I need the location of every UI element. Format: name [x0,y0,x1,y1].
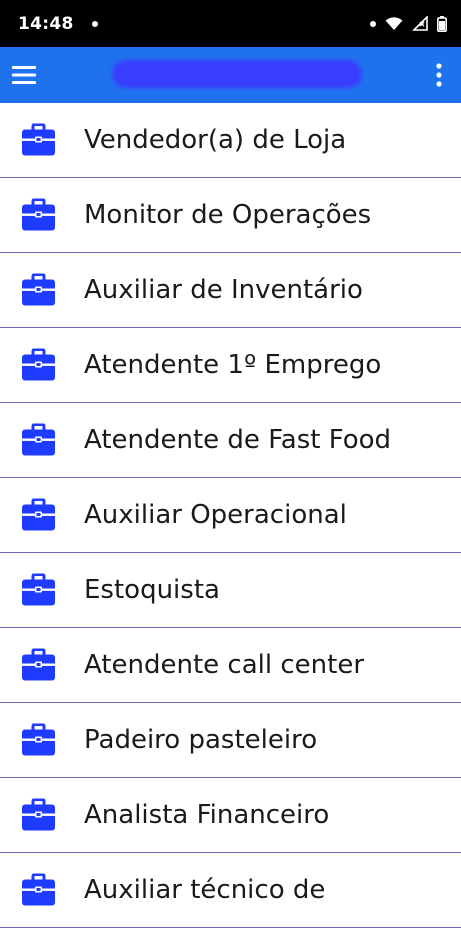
status-bar: 14:48 [0,0,461,47]
job-title: Auxiliar técnico de [84,875,326,905]
app-bar [0,47,461,103]
job-list-item[interactable]: Analista Financeiro [0,778,461,853]
job-title: Vendedor(a) de Loja [84,125,347,155]
briefcase-icon [22,723,55,756]
briefcase-icon [22,423,55,456]
job-title: Padeiro pasteleiro [84,725,318,755]
job-list-item[interactable]: Padeiro pasteleiro [0,703,461,778]
job-list-item[interactable]: Vendedor(a) de Loja [0,103,461,178]
wifi-icon [385,17,403,30]
job-list-item[interactable]: Estoquista [0,553,461,628]
job-list-item[interactable]: Monitor de Operações [0,178,461,253]
hamburger-menu-icon[interactable] [10,61,38,89]
briefcase-icon [22,873,55,906]
job-list-item[interactable]: Atendente de Fast Food [0,403,461,478]
briefcase-icon [22,648,55,681]
job-list-item[interactable]: Auxiliar Operacional [0,478,461,553]
job-title: Auxiliar Operacional [84,500,347,530]
job-title: Monitor de Operações [84,200,372,230]
job-title: Auxiliar de Inventário [84,275,363,305]
job-title: Atendente de Fast Food [84,425,392,455]
notification-dot-icon [91,20,98,27]
briefcase-icon [22,123,55,156]
briefcase-icon [22,198,55,231]
notification-dot-icon [370,20,376,27]
briefcase-icon [22,573,55,606]
job-list-item[interactable]: Atendente call center [0,628,461,703]
status-time: 14:48 [18,13,74,34]
briefcase-icon [22,273,55,306]
job-title: Analista Financeiro [84,800,330,830]
job-list-item[interactable]: Auxiliar técnico de [0,853,461,928]
briefcase-icon [22,798,55,831]
status-icons [370,15,447,32]
job-title: Estoquista [84,575,220,605]
briefcase-icon [22,498,55,531]
job-list-item[interactable]: Atendente 1º Emprego [0,328,461,403]
job-title: Atendente 1º Emprego [84,350,382,380]
job-title: Atendente call center [84,650,365,680]
job-list-item[interactable]: Auxiliar de Inventário [0,253,461,328]
job-list: Vendedor(a) de Loja Monitor de Operações… [0,103,461,928]
cellular-signal-icon [412,16,428,31]
briefcase-icon [22,348,55,381]
more-vert-icon[interactable] [431,59,447,91]
battery-icon [437,15,447,32]
redacted-title [112,60,362,88]
